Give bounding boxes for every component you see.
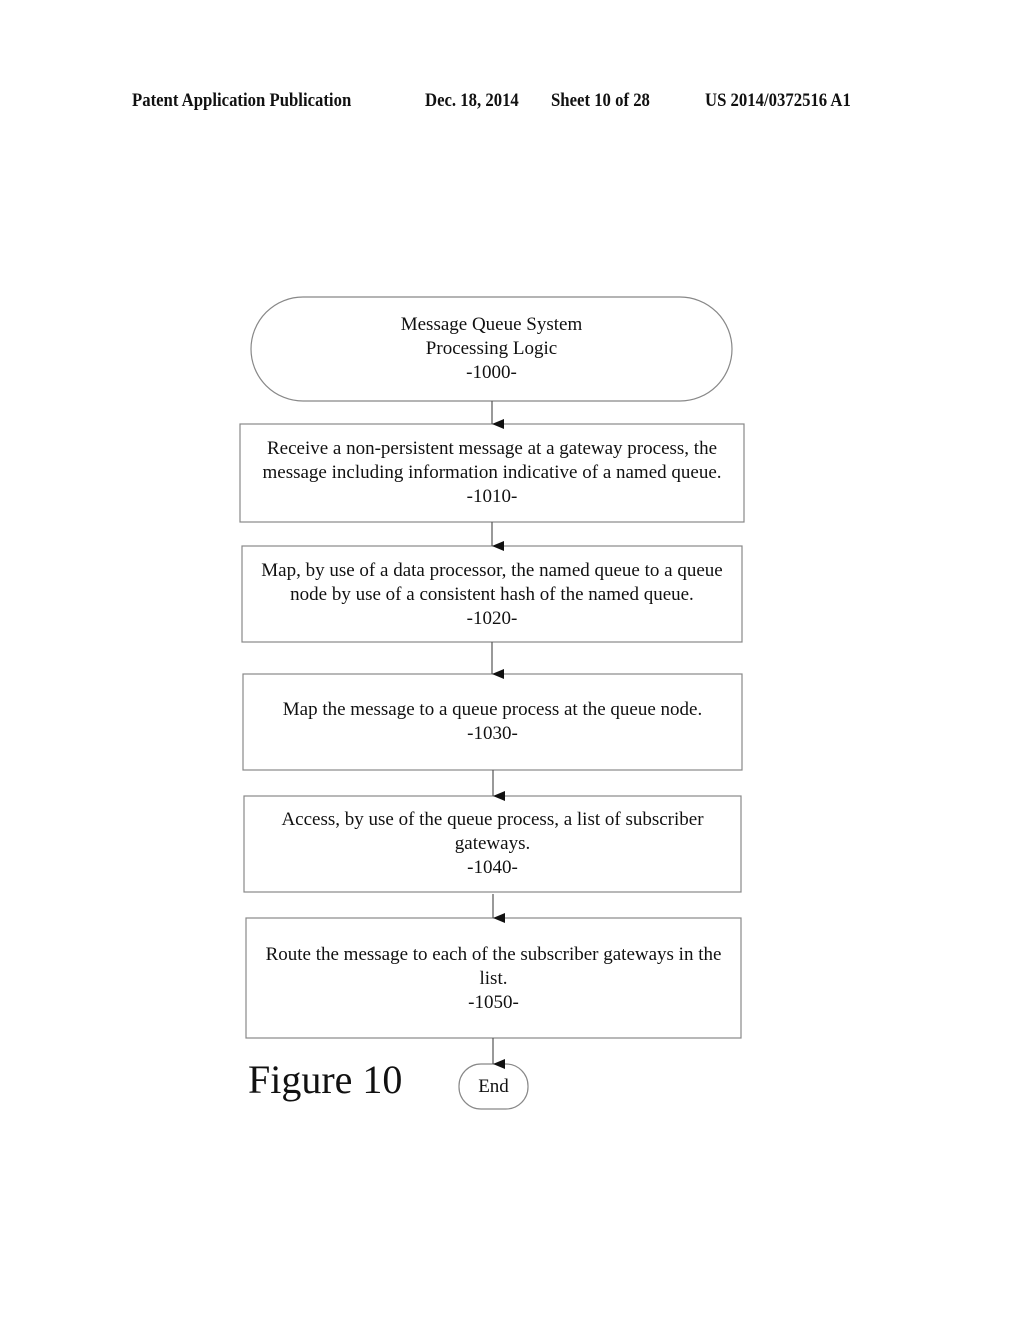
- end-terminator: End: [459, 1075, 528, 1099]
- start-line1: Message Queue System: [400, 314, 583, 335]
- end-label: End: [478, 1076, 509, 1097]
- flowchart: [239, 296, 745, 1110]
- step-1020: Map, by use of a data processor, the nam…: [242, 559, 742, 631]
- start-terminator: Message Queue System Processing Logic -1…: [251, 313, 732, 385]
- step-1010: Receive a non-persistent message at a ga…: [240, 437, 744, 509]
- step-1030-ref: -1030-: [467, 723, 518, 744]
- step-1040-line2: gateways.: [454, 833, 531, 854]
- step-1020-line1: Map, by use of a data processor, the nam…: [261, 560, 723, 581]
- step-1050: Route the message to each of the subscri…: [246, 943, 741, 1015]
- step-1030: Map the message to a queue process at th…: [243, 698, 742, 746]
- step-1040-line1: Access, by use of the queue process, a l…: [281, 809, 704, 830]
- step-1020-ref: -1020-: [466, 608, 518, 629]
- step-1020-line2: node by use of a consistent hash of the …: [290, 584, 694, 605]
- step-1050-line1: Route the message to each of the subscri…: [265, 944, 722, 965]
- step-1010-line2: message including information indicative…: [262, 462, 722, 483]
- step-1050-line2: list.: [479, 968, 508, 989]
- start-ref: -1000-: [466, 362, 517, 383]
- step-1040: Access, by use of the queue process, a l…: [244, 808, 741, 880]
- figure-label: Figure 10: [248, 1057, 403, 1102]
- step-1030-line1: Map the message to a queue process at th…: [282, 699, 703, 720]
- step-1050-ref: -1050-: [468, 992, 519, 1013]
- step-1040-ref: -1040-: [467, 857, 518, 878]
- start-line2: Processing Logic: [425, 338, 558, 359]
- step-1010-ref: -1010-: [466, 486, 518, 507]
- step-1010-line1: Receive a non-persistent message at a ga…: [266, 438, 718, 459]
